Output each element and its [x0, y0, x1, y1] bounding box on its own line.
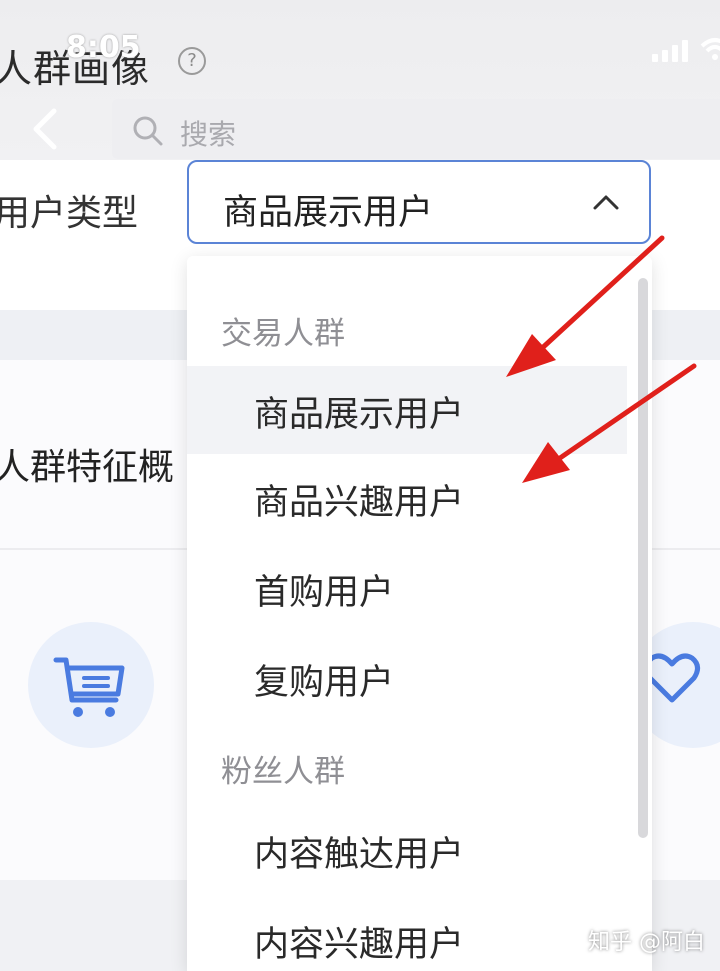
option-repurchase[interactable]: 复购用户 — [187, 634, 627, 722]
group-label-trade: 交易人群 — [221, 316, 345, 352]
filter-label: 用户类型 — [0, 193, 139, 234]
help-icon[interactable]: ? — [178, 47, 206, 75]
option-label: 首购用户 — [254, 573, 395, 613]
watermark: 知乎 @阿白 — [588, 930, 705, 955]
user-type-dropdown: 交易人群 商品展示用户 商品兴趣用户 首购用户 复购用户 粉丝人群 内容触达用户… — [187, 256, 652, 971]
option-label: 复购用户 — [254, 663, 395, 703]
option-content-interest[interactable]: 内容兴趣用户 — [187, 896, 627, 971]
nav-bar: 搜索 — [0, 95, 720, 163]
cart-badge — [28, 622, 154, 748]
status-time: 8:05 — [66, 30, 141, 65]
search-input[interactable]: 搜索 — [112, 99, 720, 159]
page: 人群画像 ? 8:05 搜索 用户类型 商品展示用户 人群特征概 交易人群 商品… — [0, 0, 720, 971]
option-product-display[interactable]: 商品展示用户 — [187, 366, 627, 454]
chevron-up-icon — [593, 195, 619, 210]
option-label: 内容兴趣用户 — [254, 925, 465, 965]
cart-icon — [53, 657, 125, 717]
option-content-reach[interactable]: 内容触达用户 — [187, 806, 627, 894]
option-label: 内容触达用户 — [254, 835, 465, 875]
card-title: 人群特征概 — [0, 447, 175, 488]
header: 人群画像 ? 8:05 搜索 — [0, 0, 720, 160]
option-product-interest[interactable]: 商品兴趣用户 — [187, 454, 627, 542]
user-type-select[interactable]: 商品展示用户 — [187, 160, 651, 244]
option-first-purchase[interactable]: 首购用户 — [187, 544, 627, 632]
select-value: 商品展示用户 — [223, 193, 434, 233]
search-icon — [133, 116, 163, 146]
option-label: 商品展示用户 — [254, 395, 465, 435]
option-label: 商品兴趣用户 — [254, 483, 465, 523]
signal-icon — [652, 40, 688, 62]
wifi-icon — [700, 38, 720, 60]
back-icon[interactable] — [22, 105, 70, 153]
dropdown-scrollbar[interactable] — [638, 278, 648, 838]
group-label-fans: 粉丝人群 — [221, 754, 345, 790]
search-placeholder: 搜索 — [180, 118, 237, 151]
